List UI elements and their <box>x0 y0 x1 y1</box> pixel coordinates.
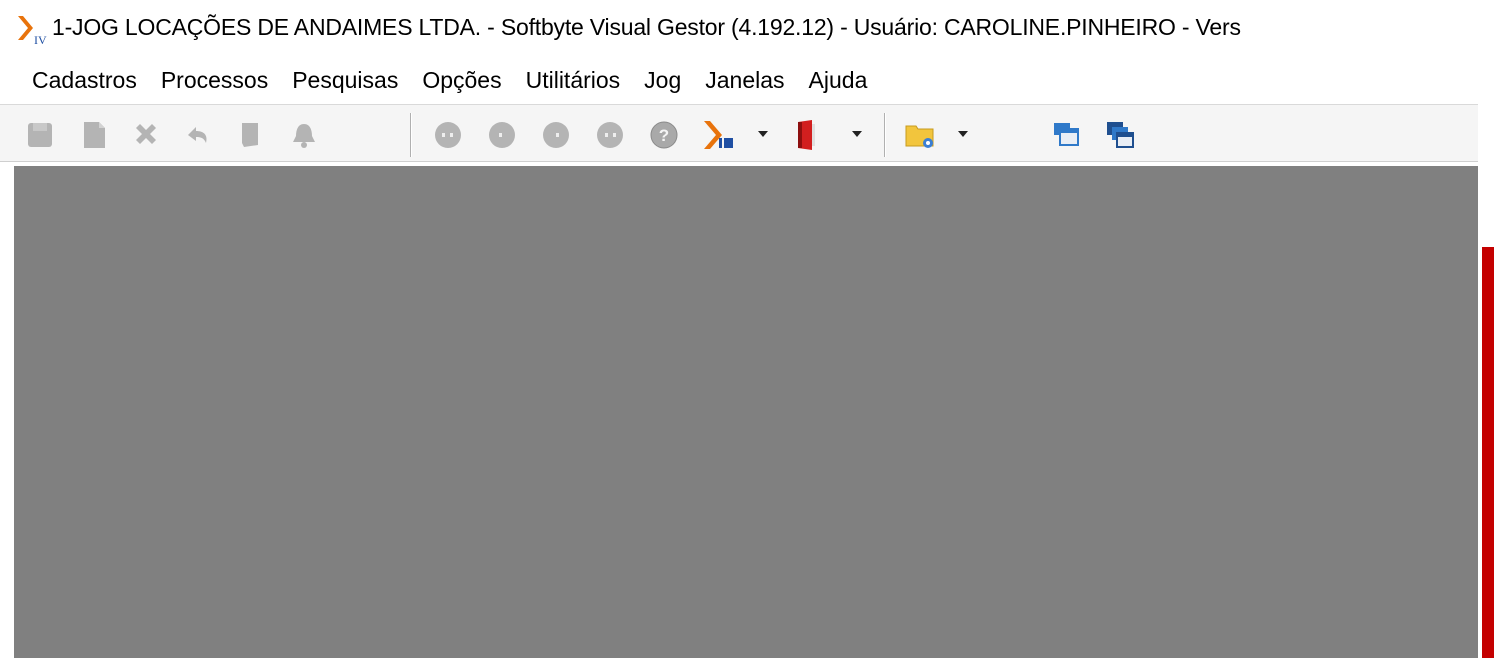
exit-button[interactable] <box>788 117 824 153</box>
undo-icon <box>188 127 207 143</box>
new-document-button[interactable] <box>76 117 112 153</box>
delete-icon <box>136 124 156 144</box>
folder-icon <box>905 125 934 148</box>
window-left-edge <box>0 166 14 658</box>
menu-opcoes[interactable]: Opções <box>410 63 513 98</box>
first-record-button[interactable] <box>430 117 466 153</box>
tile-windows-button[interactable] <box>1102 117 1138 153</box>
previous-record-icon <box>489 122 515 148</box>
cascade-windows-icon <box>1054 123 1079 146</box>
toolbar: ? <box>0 104 1478 162</box>
folder-dropdown[interactable] <box>956 127 970 141</box>
tile-windows-icon <box>1107 122 1134 148</box>
title-bar: IV 1-JOG LOCAÇÕES DE ANDAIMES LTDA. - So… <box>0 0 1494 58</box>
menu-ajuda[interactable]: Ajuda <box>797 63 880 98</box>
red-side-strip <box>1482 247 1494 658</box>
undo-button[interactable] <box>180 117 216 153</box>
visual-gestor-button[interactable] <box>700 117 736 153</box>
menu-janelas[interactable]: Janelas <box>693 63 796 98</box>
menu-bar: Cadastros Processos Pesquisas Opções Uti… <box>0 58 1494 102</box>
chevron-down-icon <box>852 131 862 137</box>
save-icon <box>28 123 52 147</box>
exit-door-icon <box>798 120 815 150</box>
visual-gestor-icon <box>704 121 733 149</box>
svg-text:IV: IV <box>34 33 47 46</box>
print-icon <box>242 123 258 147</box>
delete-button[interactable] <box>128 117 164 153</box>
menu-cadastros[interactable]: Cadastros <box>20 63 149 98</box>
previous-record-button[interactable] <box>484 117 520 153</box>
first-record-icon <box>435 122 461 148</box>
alarm-button[interactable] <box>286 117 322 153</box>
alarm-bell-icon <box>293 124 315 148</box>
menu-processos[interactable]: Processos <box>149 63 280 98</box>
chevron-down-icon <box>958 131 968 137</box>
save-button[interactable] <box>22 117 58 153</box>
last-record-icon <box>597 122 623 148</box>
chevron-down-icon <box>758 131 768 137</box>
exit-dropdown[interactable] <box>850 127 864 141</box>
menu-pesquisas[interactable]: Pesquisas <box>280 63 410 98</box>
folder-button[interactable] <box>902 117 938 153</box>
window-title: 1-JOG LOCAÇÕES DE ANDAIMES LTDA. - Softb… <box>52 14 1241 40</box>
visual-gestor-dropdown[interactable] <box>756 127 770 141</box>
last-record-button[interactable] <box>592 117 628 153</box>
help-button[interactable]: ? <box>646 117 682 153</box>
toolbar-separator <box>410 113 412 157</box>
menu-jog[interactable]: Jog <box>632 63 693 98</box>
next-record-button[interactable] <box>538 117 574 153</box>
toolbar-separator <box>884 113 886 157</box>
mdi-workspace <box>14 166 1478 658</box>
svg-text:?: ? <box>659 126 669 145</box>
cascade-windows-button[interactable] <box>1048 117 1084 153</box>
new-document-icon <box>84 122 105 148</box>
visual-gestor-logo-icon: IV <box>16 14 50 47</box>
help-icon: ? <box>650 121 678 149</box>
print-button[interactable] <box>232 117 268 153</box>
menu-utilitarios[interactable]: Utilitários <box>514 63 633 98</box>
next-record-icon <box>543 122 569 148</box>
